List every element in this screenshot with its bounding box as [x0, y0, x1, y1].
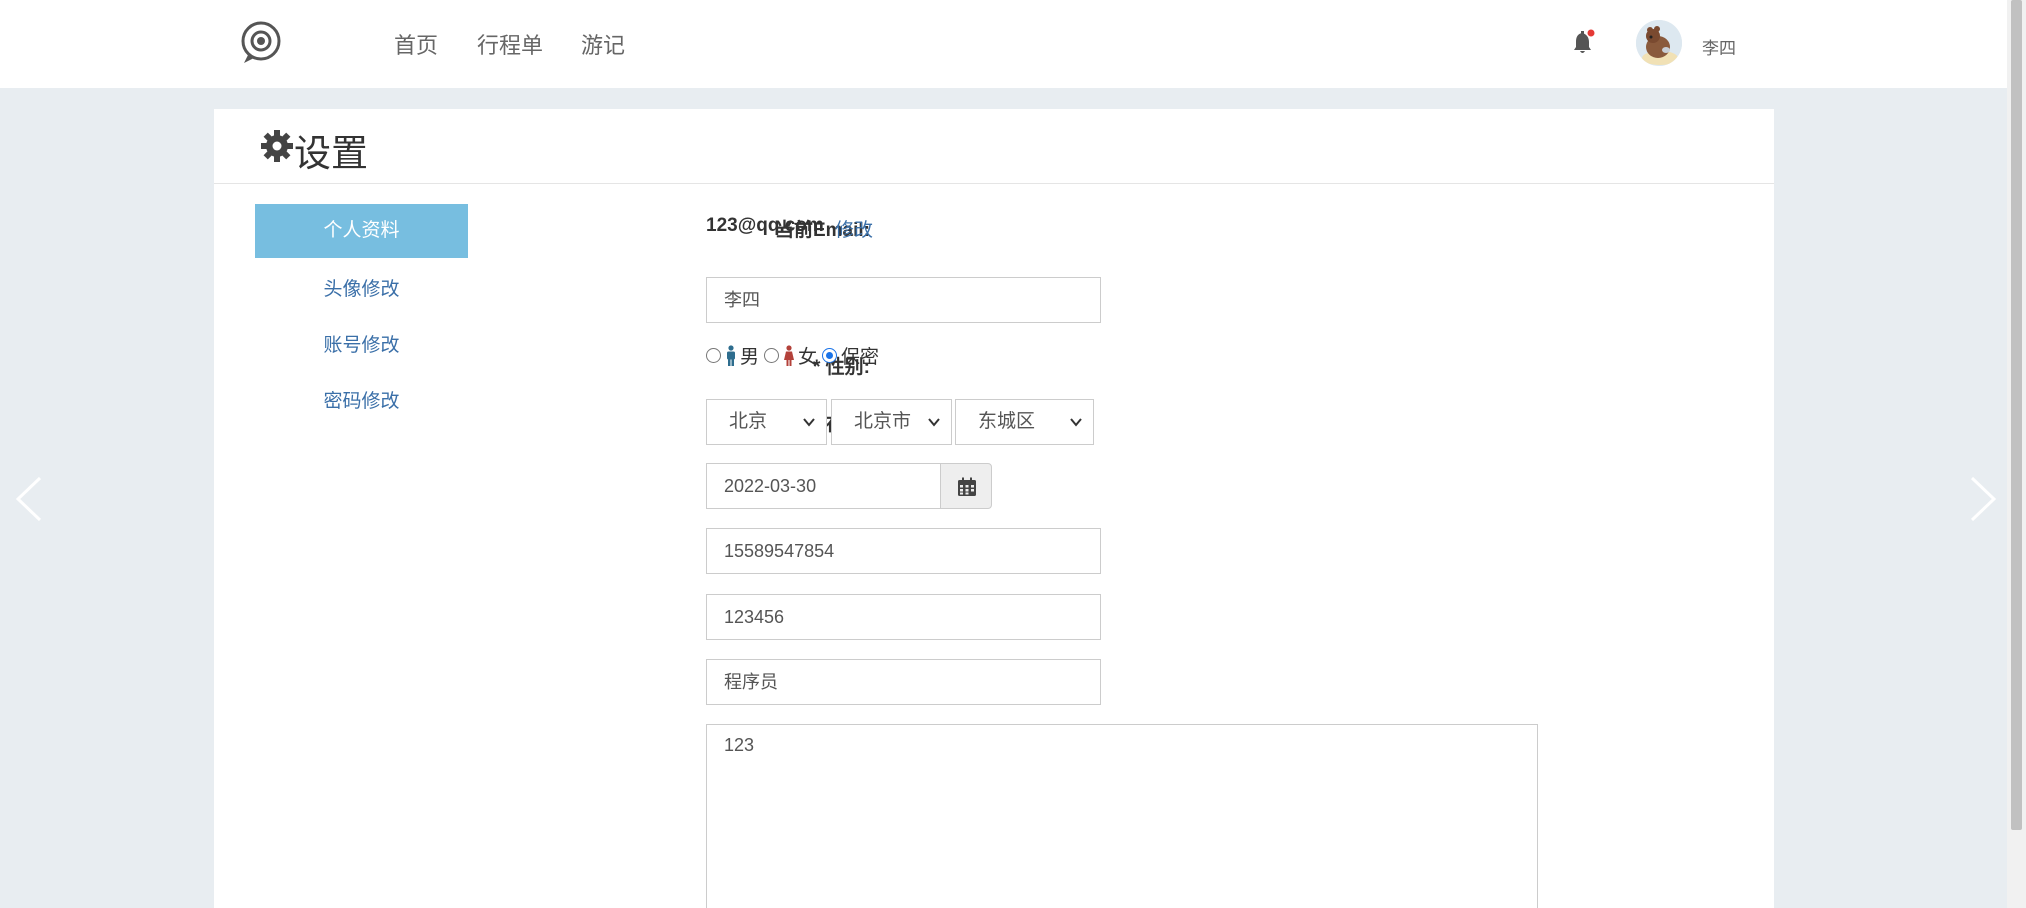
province-value: 北京: [729, 411, 768, 432]
email-value: 123@qq.com: [706, 215, 824, 236]
scrollbar[interactable]: [2007, 0, 2026, 908]
gender-radio-group: 男 女 保密: [706, 342, 884, 369]
gender-female-radio[interactable]: [764, 348, 780, 363]
city-select[interactable]: 北京市: [831, 399, 952, 445]
chevron-down-icon: [803, 418, 815, 427]
female-icon: [784, 344, 795, 366]
sidebar-item-account[interactable]: 账号修改: [255, 330, 468, 357]
phone-input[interactable]: 15589547854: [706, 528, 1101, 574]
province-select[interactable]: 北京: [706, 399, 827, 445]
nav-travelogue[interactable]: 游记: [581, 28, 625, 60]
logo-icon[interactable]: [240, 19, 282, 65]
sidebar-item-password[interactable]: 密码修改: [255, 386, 468, 413]
city-value: 北京市: [854, 411, 912, 432]
gender-secret-label: 保密: [841, 347, 880, 368]
scroll-thumb[interactable]: [2011, 0, 2022, 830]
chevron-down-icon: [1070, 418, 1082, 427]
chevron-left-icon[interactable]: [14, 474, 44, 524]
sidebar-item-avatar[interactable]: 头像修改: [255, 274, 468, 301]
page-title: 设置: [294, 133, 368, 174]
gender-secret-radio[interactable]: [822, 348, 838, 363]
nav-home[interactable]: 首页: [394, 28, 438, 60]
qq-input[interactable]: 123456: [706, 594, 1101, 640]
calendar-button[interactable]: [940, 463, 992, 509]
birthday-input[interactable]: 2022-03-30: [706, 463, 941, 509]
district-value: 东城区: [978, 411, 1036, 432]
district-select[interactable]: 东城区: [955, 399, 1094, 445]
calendar-icon: [958, 477, 976, 496]
male-icon: [727, 344, 735, 366]
bell-icon[interactable]: [1572, 29, 1596, 55]
chevron-down-icon: [928, 418, 940, 427]
top-navbar: 首页 行程单 游记 李四: [0, 0, 2007, 88]
nav-itinerary[interactable]: 行程单: [477, 28, 543, 60]
gender-male-radio[interactable]: [706, 348, 721, 363]
bio-textarea[interactable]: 123: [706, 724, 1538, 908]
chevron-right-icon[interactable]: [1968, 474, 1998, 524]
nickname-input[interactable]: 李四: [706, 277, 1101, 323]
sidebar-item-profile[interactable]: 个人资料: [255, 204, 468, 258]
settings-card: 设置 个人资料 头像修改 账号修改 密码修改 当前Email: 123@qq.c…: [214, 109, 1774, 908]
gender-male-label: 男: [740, 347, 760, 368]
card-header: 设置: [214, 109, 1774, 184]
avatar[interactable]: [1636, 20, 1682, 66]
job-input[interactable]: 程序员: [706, 659, 1101, 705]
gear-icon: [261, 130, 293, 162]
gender-female-label: 女: [798, 347, 818, 368]
username[interactable]: 李四: [1702, 34, 1736, 59]
email-edit-link[interactable]: 修改: [835, 215, 873, 242]
